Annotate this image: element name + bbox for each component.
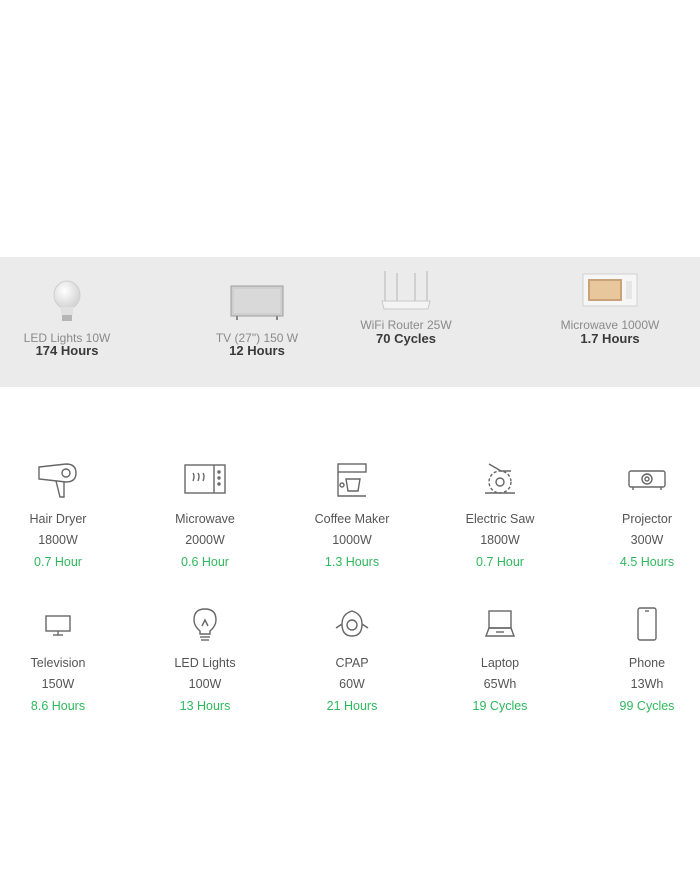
appliance-name: Projector: [621, 512, 673, 526]
appliance-phone: Phone 13Wh 99 Cycles: [587, 606, 700, 726]
router-photo: [380, 271, 432, 316]
appliance-name: Laptop: [480, 656, 520, 670]
appliance-runtime: 21 Hours: [326, 699, 378, 713]
appliance-led-lights: LED Lights 100W 13 Hours: [145, 606, 265, 726]
appliance-wattage: 1000W: [332, 533, 372, 547]
appliance-wattage: 1800W: [38, 533, 78, 547]
phone-icon: [635, 606, 659, 647]
projector-icon: [627, 467, 667, 496]
appliance-hair-dryer: Hair Dryer 1800W 0.7 Hour: [0, 461, 118, 581]
appliance-name: Electric Saw: [465, 512, 535, 526]
appliance-runtime: 19 Cycles: [472, 699, 528, 713]
appliance-cpap: CPAP 60W 21 Hours: [292, 606, 412, 726]
laptop-icon: [483, 608, 517, 645]
appliance-wattage: 60W: [339, 677, 365, 691]
microwave-icon: [183, 461, 227, 500]
featured-item-led-lights: LED Lights 10W 174 Hours: [0, 257, 152, 387]
appliance-laptop: Laptop 65Wh 19 Cycles: [440, 606, 560, 726]
featured-value: 1.7 Hours: [580, 331, 640, 346]
bulb-photo: [52, 279, 82, 328]
appliance-name: Coffee Maker: [314, 512, 390, 526]
featured-value: 12 Hours: [229, 343, 285, 358]
featured-value: 174 Hours: [35, 343, 99, 358]
electric-saw-icon: [481, 461, 519, 504]
appliance-runtime: 0.7 Hour: [476, 555, 524, 569]
appliance-wattage: 2000W: [185, 533, 225, 547]
appliance-name: Television: [30, 656, 86, 670]
appliance-wattage: 13Wh: [630, 677, 664, 691]
appliance-runtime: 4.5 Hours: [619, 555, 675, 569]
featured-item-wifi-router: WiFi Router 25W 70 Cycles: [321, 257, 491, 387]
appliance-wattage: 100W: [188, 677, 222, 691]
appliance-projector: Projector 300W 4.5 Hours: [587, 461, 700, 581]
appliance-coffee-maker: Coffee Maker 1000W 1.3 Hours: [292, 461, 412, 581]
coffee-maker-icon: [334, 461, 370, 504]
appliance-name: Phone: [628, 656, 666, 670]
appliance-wattage: 1800W: [480, 533, 520, 547]
appliance-wattage: 65Wh: [483, 677, 517, 691]
hair-dryer-icon: [36, 461, 80, 504]
appliance-name: Hair Dryer: [29, 512, 87, 526]
microwave-photo: [582, 273, 638, 314]
appliance-runtime: 13 Hours: [179, 699, 231, 713]
featured-value: 70 Cycles: [376, 331, 436, 346]
appliance-electric-saw: Electric Saw 1800W 0.7 Hour: [440, 461, 560, 581]
appliance-television: Television 150W 8.6 Hours: [0, 606, 118, 726]
featured-name: WiFi Router 25W: [360, 318, 452, 332]
appliance-wattage: 300W: [630, 533, 664, 547]
appliance-runtime: 0.6 Hour: [181, 555, 229, 569]
appliance-runtime: 99 Cycles: [619, 699, 675, 713]
appliance-wattage: 150W: [41, 677, 75, 691]
featured-item-microwave: Microwave 1000W 1.7 Hours: [525, 257, 695, 387]
light-bulb-icon: [190, 606, 220, 649]
appliance-runtime: 1.3 Hours: [324, 555, 380, 569]
featured-appliance-band: LED Lights 10W 174 Hours TV (27") 150 W …: [0, 257, 700, 387]
appliance-microwave: Microwave 2000W 0.6 Hour: [145, 461, 265, 581]
appliance-name: LED Lights: [174, 656, 236, 670]
television-icon: [43, 612, 73, 643]
featured-item-tv: TV (27") 150 W 12 Hours: [172, 257, 342, 387]
appliance-name: CPAP: [335, 656, 369, 670]
cpap-icon: [334, 608, 370, 645]
appliance-name: Microwave: [175, 512, 235, 526]
featured-name: Microwave 1000W: [560, 318, 660, 332]
tv-photo: [230, 285, 284, 326]
appliance-runtime: 0.7 Hour: [34, 555, 82, 569]
appliance-runtime: 8.6 Hours: [30, 699, 86, 713]
